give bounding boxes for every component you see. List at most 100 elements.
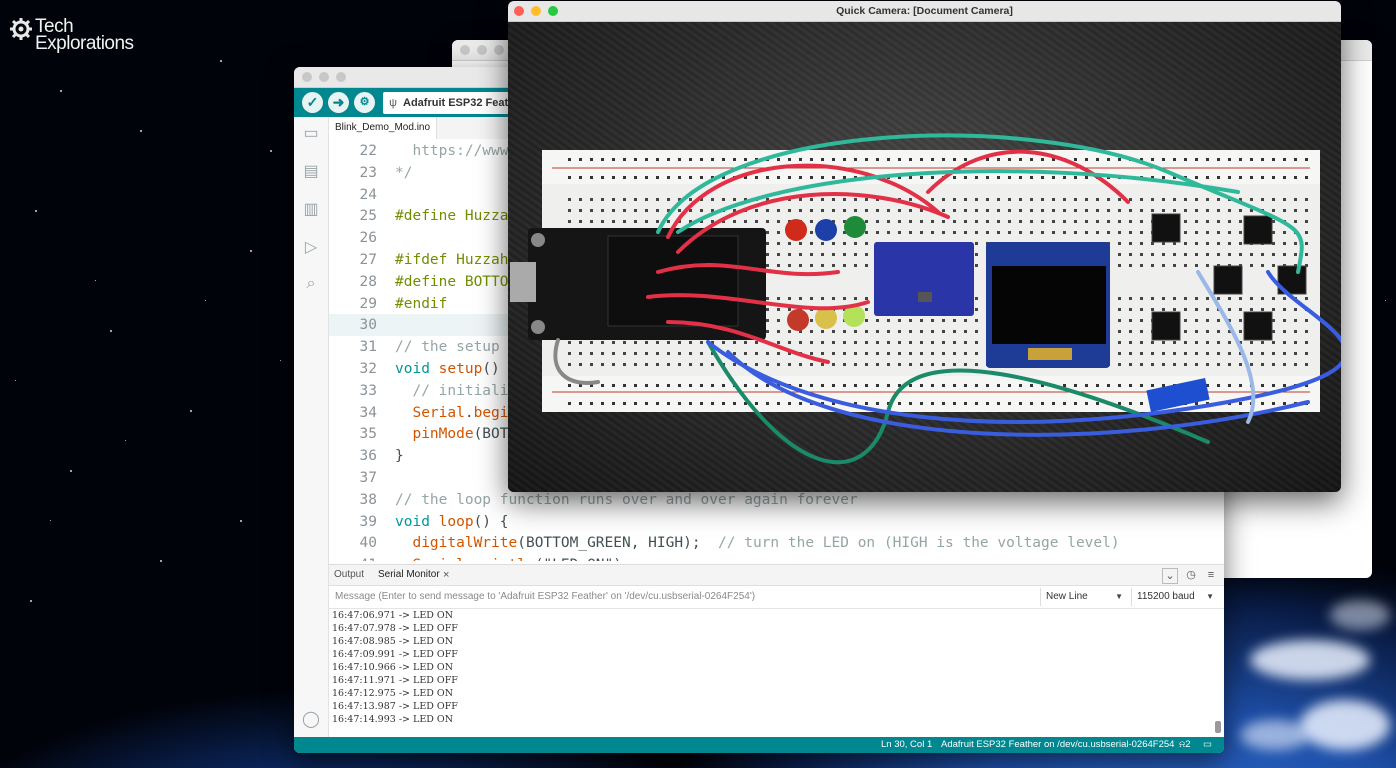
close-button[interactable] (302, 72, 312, 82)
serial-message-input[interactable]: Message (Enter to send message to 'Adafr… (332, 588, 1037, 606)
code-token: () { (473, 513, 509, 530)
code-token: (BOTTOM_GREEN, HIGH); (517, 535, 719, 552)
timestamp-icon[interactable]: ◷ (1184, 568, 1198, 582)
code-token: */ (395, 164, 413, 181)
debug-button[interactable]: ⚙ (354, 92, 375, 113)
line-number: 38 (359, 491, 377, 508)
line-number: 29 (359, 295, 377, 312)
code-token: . (464, 404, 474, 421)
camera-feed-image (508, 22, 1341, 492)
code-line[interactable]: 39 void loop() { (329, 511, 1224, 533)
line-number: 30 (359, 317, 377, 334)
baud-select[interactable]: 115200 baud ▼ (1131, 588, 1219, 606)
code-text: pinMode(BOT (395, 423, 509, 445)
quick-camera-window[interactable]: Quick Camera: [Document Camera] (508, 1, 1341, 492)
code-token: https://www (412, 143, 509, 159)
log-line: 16:47:06.971 -> LED ON (332, 610, 454, 621)
line-number: 24 (359, 186, 377, 203)
log-line: 16:47:09.991 -> LED OFF (332, 649, 458, 660)
code-token: setup (438, 361, 483, 377)
board-name: Adafruit ESP32 Feat (403, 97, 509, 109)
code-token: } (395, 448, 404, 465)
code-token: () (482, 361, 500, 377)
chevron-down-icon: ▼ (1115, 592, 1123, 601)
code-text: */ (395, 162, 412, 184)
code-token: pinMode (412, 426, 474, 443)
upload-button[interactable]: ➜ (328, 92, 349, 113)
brand-line2: Explorations (35, 33, 134, 54)
scrollbar[interactable] (1215, 721, 1221, 733)
log-line: 16:47:12.975 -> LED ON (332, 688, 454, 699)
code-token: // turn the LED on (HIGH is the voltage … (718, 535, 1120, 552)
line-number: 31 (359, 339, 377, 356)
code-text: #ifdef Huzzah (395, 249, 509, 271)
breadboard-photo (510, 133, 1341, 465)
code-text: void setup() (395, 358, 500, 380)
log-line: 16:47:08.985 -> LED ON (332, 636, 454, 647)
notifications-count: 2 (1185, 739, 1191, 750)
library-manager-icon[interactable]: ▥ (302, 201, 320, 219)
camera-titlebar[interactable]: Quick Camera: [Document Camera] (508, 1, 1341, 22)
line-number: 27 (359, 252, 377, 268)
panel-toggle-icon[interactable]: ▭ (1203, 737, 1212, 753)
log-line: 16:47:11.971 -> LED OFF (332, 675, 458, 686)
line-number: 35 (359, 426, 377, 443)
folder-icon[interactable]: ▭ (302, 125, 320, 143)
usb-icon: ψ (389, 97, 397, 109)
code-token: // the loop function runs over and over … (395, 491, 858, 508)
boards-manager-icon[interactable]: ▤ (302, 163, 320, 181)
zoom-button[interactable] (336, 72, 346, 82)
code-text: // the loop function runs over and over … (395, 489, 858, 511)
tab-serial-monitor[interactable]: Serial Monitor (378, 565, 440, 585)
code-text: https://www (395, 140, 509, 162)
search-icon[interactable]: ⌕ (302, 275, 320, 293)
code-token: loop (438, 513, 474, 530)
verify-button[interactable]: ✓ (302, 92, 323, 113)
code-text: // initiali (395, 380, 509, 402)
code-token: println (474, 557, 535, 561)
code-line[interactable]: 38 // the loop function runs over and ove… (329, 489, 1224, 511)
minimize-button[interactable] (319, 72, 329, 82)
board-port-status[interactable]: Adafruit ESP32 Feather on /dev/cu.usbser… (941, 737, 1174, 753)
code-line[interactable]: 41 Serial.println("LED ON"); (329, 554, 1224, 561)
code-text: #define Huzza (395, 205, 509, 227)
gear-icon (10, 18, 32, 40)
line-number: 22 (359, 143, 377, 159)
file-tab[interactable]: Blink_Demo_Mod.ino (329, 117, 438, 139)
code-token: #ifdef Huzzah (395, 252, 509, 268)
code-token: (BOT (473, 426, 509, 443)
log-line: 16:47:07.978 -> LED OFF (332, 623, 458, 634)
close-tab-icon[interactable]: × (443, 565, 449, 585)
tab-output[interactable]: Output (334, 565, 364, 585)
notifications-badge[interactable]: ⍾2 (1179, 737, 1191, 753)
code-text: void loop() { (395, 511, 509, 533)
code-line[interactable]: 40 digitalWrite(BOTTOM_GREEN, HIGH); // … (329, 532, 1224, 554)
line-ending-select[interactable]: New Line ▼ (1040, 588, 1128, 606)
clear-output-icon[interactable]: ≡ (1204, 568, 1218, 582)
camera-title: Quick Camera: [Document Camera] (836, 5, 1013, 17)
debug-icon[interactable]: ▷ (302, 239, 320, 257)
code-token: // initiali (395, 382, 509, 399)
code-token: void (395, 513, 439, 530)
cursor-position[interactable]: Ln 30, Col 1 (881, 737, 932, 753)
code-token: Serial (412, 404, 465, 421)
code-text: #endif (395, 293, 447, 315)
line-number: 34 (359, 404, 377, 421)
line-number: 32 (359, 361, 377, 377)
code-text: digitalWrite(BOTTOM_GREEN, HIGH); // tur… (395, 532, 1120, 554)
autoscroll-icon[interactable]: ⌄ (1162, 568, 1178, 584)
line-number: 26 (359, 230, 377, 247)
line-number: 33 (359, 382, 377, 399)
serial-log: 16:47:06.971 -> LED ON 16:47:07.978 -> LE… (332, 609, 458, 726)
code-text: } (395, 445, 404, 467)
log-line: 16:47:14.993 -> LED ON (332, 714, 454, 725)
ide-sidebar: ▭ ▤ ▥ ▷ ⌕ ◯ (294, 117, 329, 737)
code-token: digitalWrite (412, 535, 518, 552)
account-icon[interactable]: ◯ (302, 711, 320, 729)
code-token: . (465, 557, 474, 561)
code-token: // the setup (395, 339, 500, 356)
line-number: 41 (329, 554, 377, 561)
line-number: 39 (359, 513, 377, 530)
